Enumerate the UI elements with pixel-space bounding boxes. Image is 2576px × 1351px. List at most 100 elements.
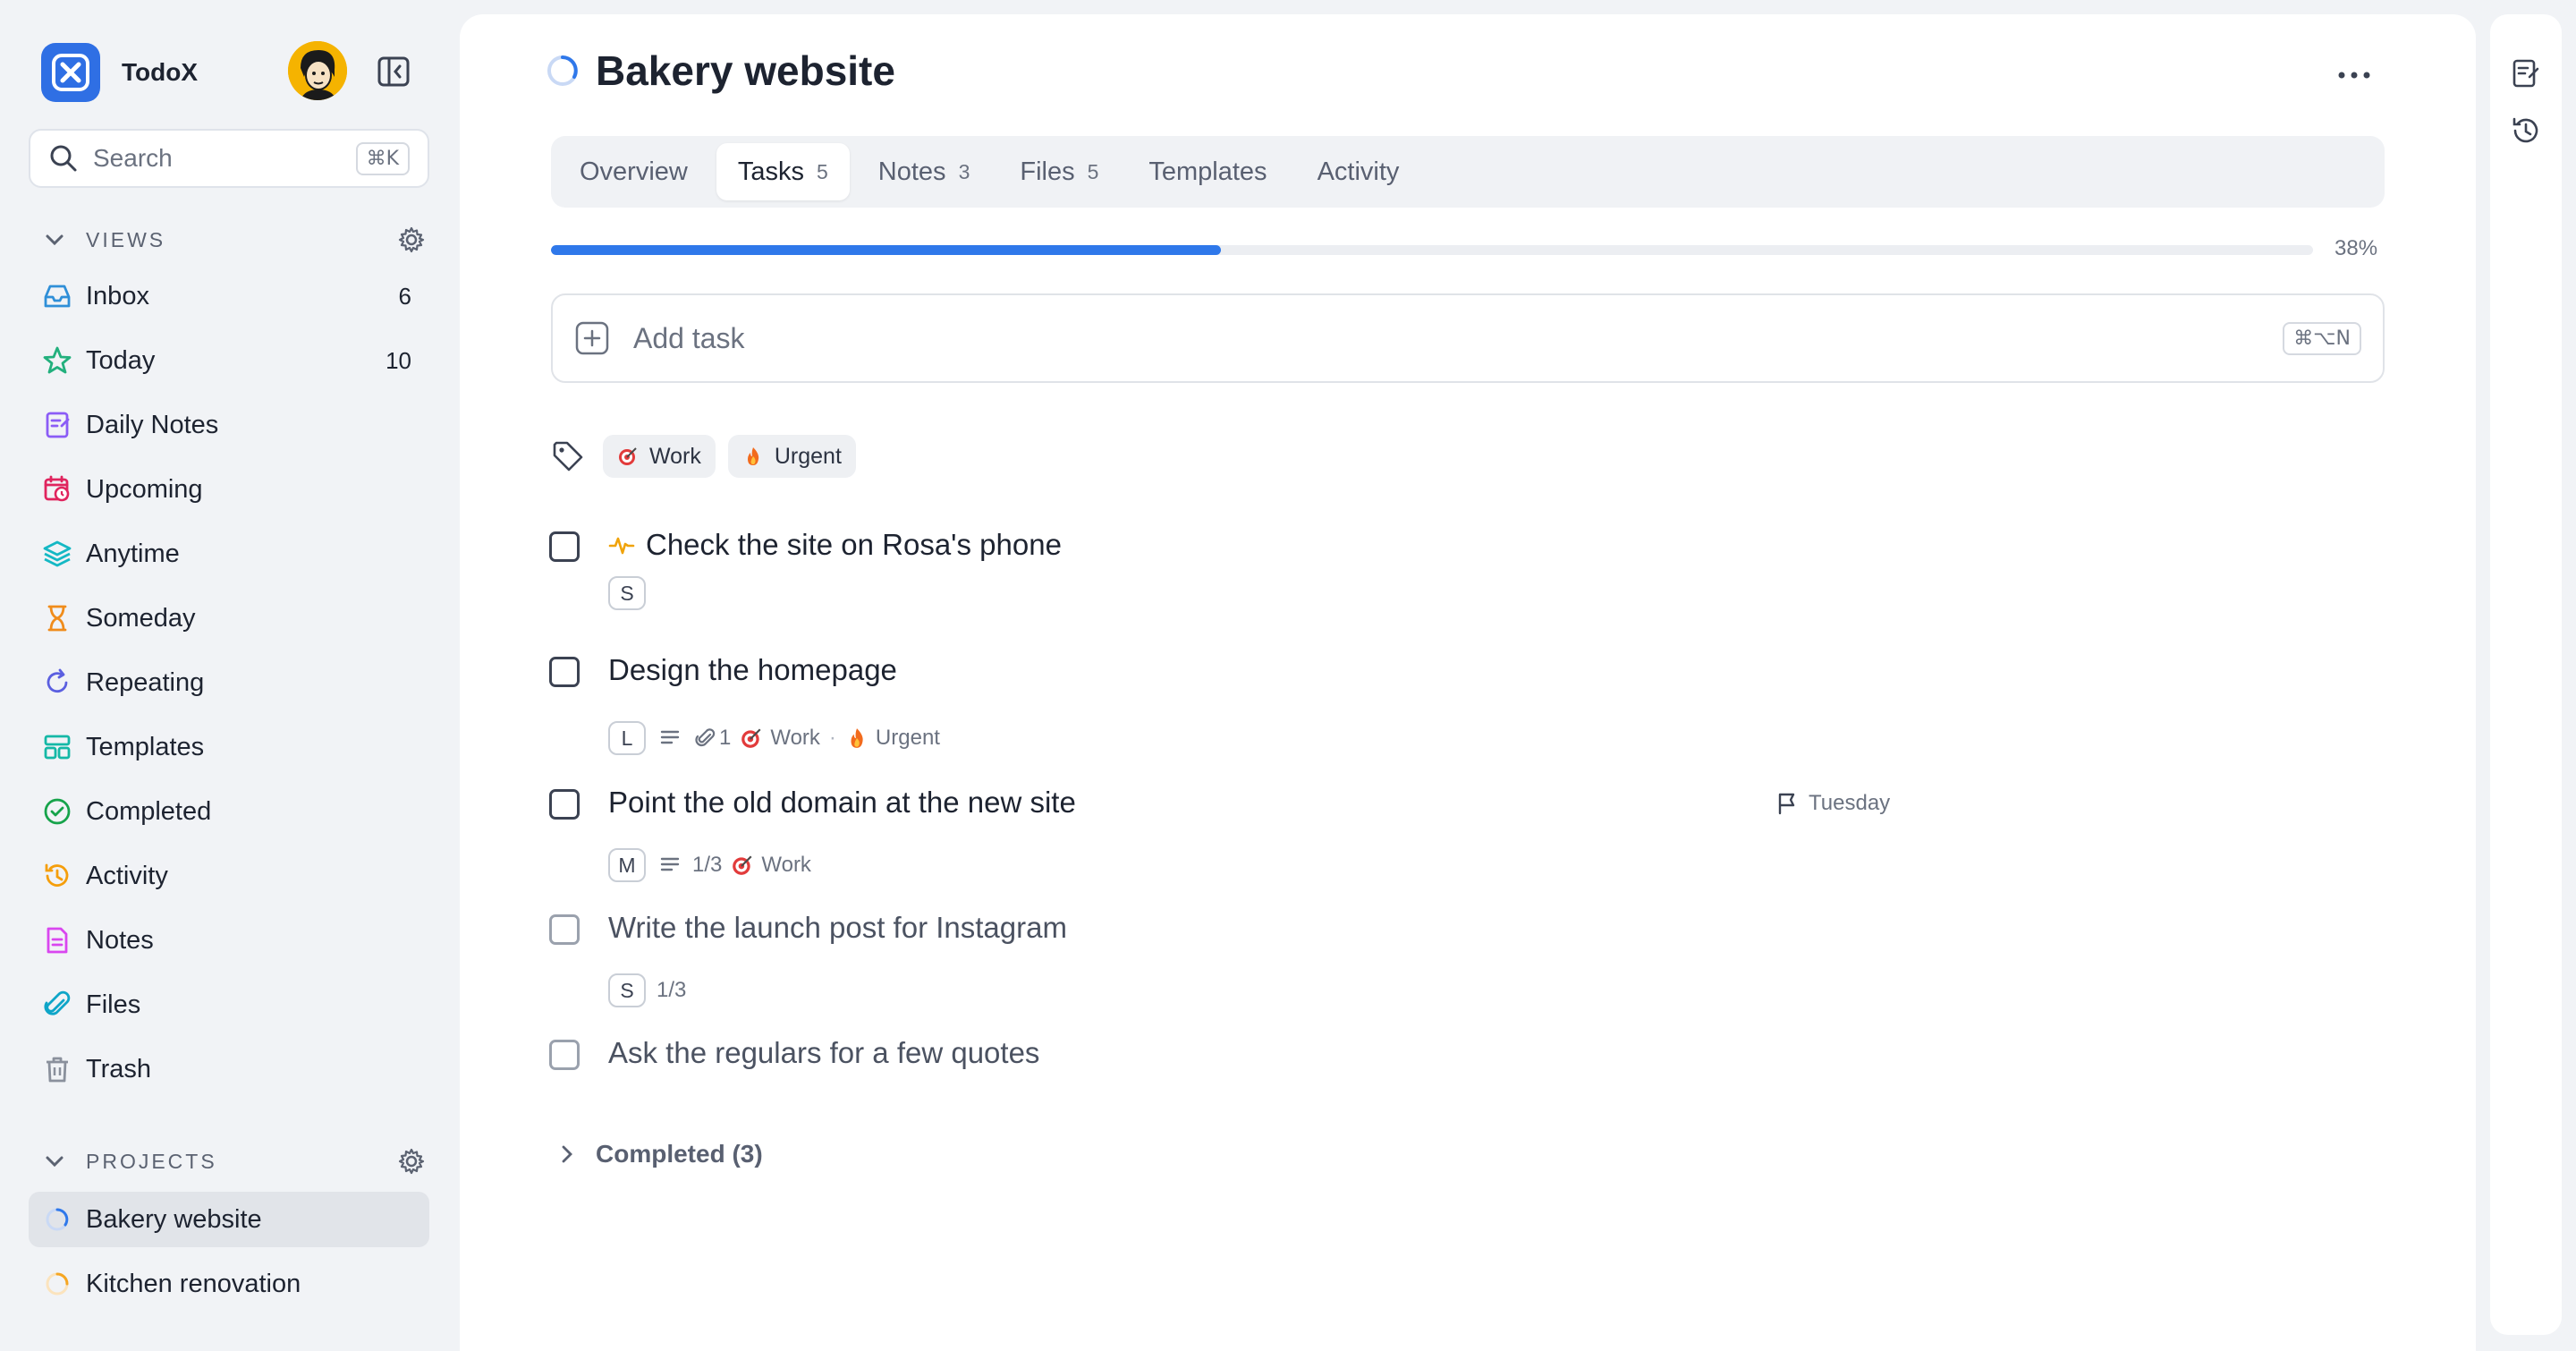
- sidebar-item-label: Notes: [86, 925, 154, 955]
- views-section-header[interactable]: VIEWS: [41, 222, 426, 258]
- tab-tasks[interactable]: Tasks 5: [716, 143, 850, 200]
- sidebar-item-trash[interactable]: Trash: [29, 1041, 429, 1097]
- tab-files[interactable]: Files 5: [998, 143, 1120, 200]
- task-due-date[interactable]: Tuesday: [1775, 791, 1890, 816]
- sidebar-project-kitchen-renovation[interactable]: Kitchen renovation: [29, 1256, 429, 1312]
- search-placeholder: Search: [93, 144, 173, 172]
- star-icon: [41, 344, 73, 377]
- sidebar-item-anytime[interactable]: Anytime: [29, 526, 429, 582]
- app-logo: [41, 43, 100, 102]
- sidebar-item-someday[interactable]: Someday: [29, 591, 429, 646]
- tab-notes[interactable]: Notes 3: [857, 143, 992, 200]
- filter-chip-work[interactable]: Work: [603, 435, 716, 478]
- sidebar-item-today[interactable]: Today 10: [29, 333, 429, 388]
- views-settings-gear-icon[interactable]: [397, 225, 426, 254]
- task-size-badge[interactable]: M: [608, 848, 646, 882]
- tag-icon: [553, 441, 583, 472]
- sidebar-item-label: Trash: [86, 1054, 152, 1083]
- projects-settings-gear-icon[interactable]: [397, 1147, 426, 1176]
- task-checkbox[interactable]: [549, 531, 580, 562]
- completed-section-toggle[interactable]: Completed (3): [555, 1140, 763, 1168]
- project-progress-ring-icon: [41, 1203, 73, 1236]
- description-lines-icon: [660, 730, 680, 744]
- daily-notes-icon: [41, 409, 73, 441]
- hourglass-icon: [41, 602, 73, 634]
- ellipsis-icon: [2338, 72, 2370, 79]
- tab-templates[interactable]: Templates: [1127, 143, 1288, 200]
- chevron-right-icon: [562, 1145, 572, 1163]
- search-input[interactable]: Search ⌘K: [29, 129, 429, 188]
- sidebar-item-repeating[interactable]: Repeating: [29, 655, 429, 710]
- filter-chip-urgent[interactable]: Urgent: [727, 435, 856, 478]
- avatar[interactable]: [288, 41, 347, 100]
- progress-fill: [551, 245, 1221, 255]
- trash-icon: [41, 1053, 73, 1085]
- projects-section-header[interactable]: PROJECTS: [41, 1143, 426, 1179]
- attachment-count: 1: [719, 726, 732, 750]
- task-meta: S 1/3: [608, 973, 686, 1007]
- add-task-input[interactable]: Add task ⌘⌥N: [551, 293, 2385, 383]
- project-header: Bakery website: [544, 47, 895, 95]
- task-title: Point the old domain at the new site: [608, 786, 1076, 819]
- sidebar-item-notes[interactable]: Notes: [29, 913, 429, 968]
- task-size-badge[interactable]: L: [608, 721, 646, 755]
- filter-chip-label: Urgent: [774, 443, 842, 469]
- tab-label: Activity: [1317, 157, 1400, 186]
- chevron-down-icon: [46, 1156, 64, 1168]
- sidebar-item-activity[interactable]: Activity: [29, 848, 429, 904]
- sidebar-project-bakery-website[interactable]: Bakery website: [29, 1192, 429, 1247]
- project-tabs: Overview Tasks 5 Notes 3 Files 5 Templat…: [551, 136, 2385, 208]
- quick-note-button[interactable]: [2508, 55, 2544, 91]
- task-size-badge[interactable]: S: [608, 973, 646, 1007]
- sidebar-item-daily-notes[interactable]: Daily Notes: [29, 397, 429, 453]
- project-progress-bar: [551, 245, 2313, 255]
- task-title-line[interactable]: Write the launch post for Instagram: [608, 911, 1067, 945]
- task-checkbox[interactable]: [549, 657, 580, 687]
- sidebar-item-templates[interactable]: Templates: [29, 719, 429, 775]
- task-title-line[interactable]: Design the homepage: [608, 653, 897, 687]
- calendar-clock-icon: [41, 473, 73, 506]
- task-title-line[interactable]: Point the old domain at the new site: [608, 786, 1076, 820]
- task-title-line[interactable]: Check the site on Rosa's phone: [608, 528, 1062, 562]
- tab-label: Files: [1020, 157, 1075, 186]
- sidebar-item-upcoming[interactable]: Upcoming: [29, 462, 429, 517]
- task-checkbox[interactable]: [549, 789, 580, 820]
- history-button[interactable]: [2508, 113, 2544, 149]
- check-circle-icon: [41, 795, 73, 828]
- task-title: Write the launch post for Instagram: [608, 911, 1067, 944]
- sidebar-collapse-button[interactable]: [376, 54, 411, 89]
- sidebar-item-label: Today: [86, 345, 156, 375]
- activity-pulse-icon: [608, 537, 635, 555]
- task-checkbox[interactable]: [549, 914, 580, 945]
- task-meta: L 1 Work · Urgent: [608, 721, 940, 755]
- task-checkbox[interactable]: [549, 1040, 580, 1070]
- attachment-paperclip-icon: [695, 728, 716, 747]
- flag-icon: [1778, 793, 1795, 815]
- tab-count: 5: [817, 159, 828, 183]
- task-tag[interactable]: Urgent: [876, 726, 940, 751]
- task-tag[interactable]: Work: [770, 726, 820, 751]
- progress-label: 38%: [2334, 236, 2378, 260]
- projects-header-label: PROJECTS: [86, 1149, 217, 1173]
- task-tag[interactable]: Work: [761, 853, 811, 878]
- sidebar-item-label: Daily Notes: [86, 410, 219, 439]
- sidebar-item-label: Upcoming: [86, 474, 203, 504]
- description-lines-icon: [660, 857, 680, 871]
- sidebar-item-completed[interactable]: Completed: [29, 784, 429, 839]
- task-title-line[interactable]: Ask the regulars for a few quotes: [608, 1036, 1039, 1070]
- plus-icon: [575, 321, 609, 355]
- sidebar-item-files[interactable]: Files: [29, 977, 429, 1032]
- completed-label: Completed (3): [596, 1140, 763, 1168]
- tab-overview[interactable]: Overview: [558, 143, 709, 200]
- sidebar: TodoX Search ⌘K VIEWS Inbox 6 Today 10 D…: [0, 0, 458, 1351]
- task-size-badge[interactable]: S: [608, 576, 646, 610]
- sidebar-item-inbox[interactable]: Inbox 6: [29, 268, 429, 324]
- subtask-progress: 1/3: [692, 853, 723, 877]
- project-progress-ring-icon: [547, 55, 578, 86]
- fire-icon: [851, 728, 863, 748]
- more-options-button[interactable]: [2333, 64, 2376, 86]
- tab-activity[interactable]: Activity: [1296, 143, 1421, 200]
- chevron-down-icon: [46, 234, 64, 246]
- brand[interactable]: TodoX: [41, 43, 198, 102]
- task-title: Design the homepage: [608, 653, 897, 686]
